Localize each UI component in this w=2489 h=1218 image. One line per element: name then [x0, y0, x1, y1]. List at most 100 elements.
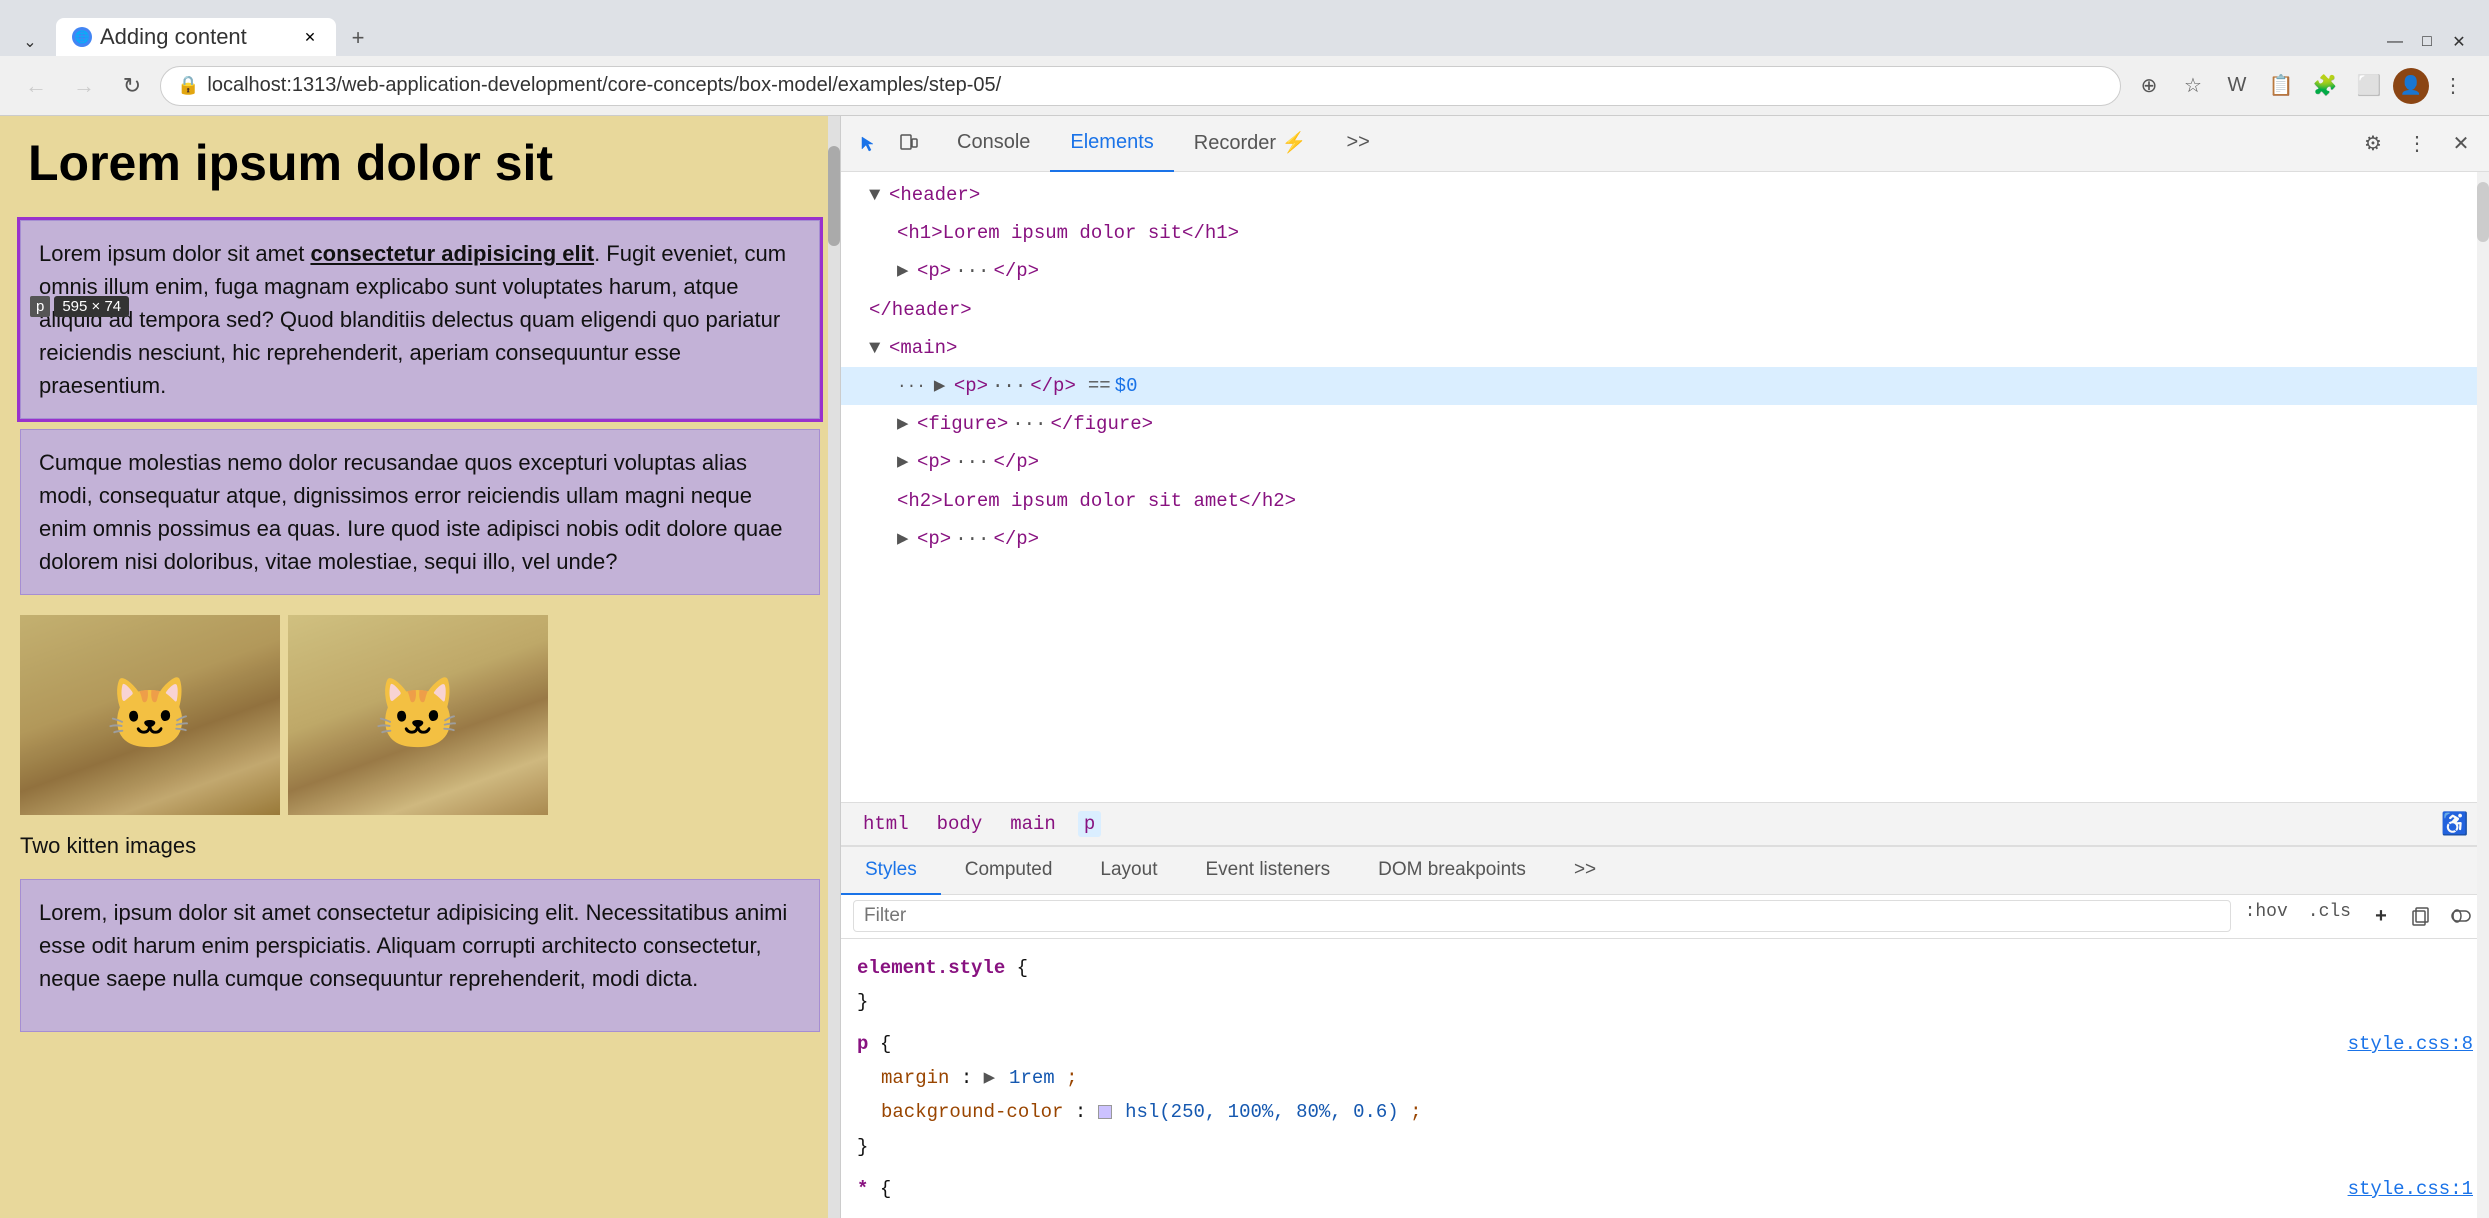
element-style-rule: element.style { }: [841, 947, 2489, 1023]
wildcard-style-rule: * { style.css:1: [841, 1168, 2489, 1210]
forward-button[interactable]: →: [64, 66, 104, 106]
third-paragraph: Lorem, ipsum dolor sit amet consectetur …: [20, 879, 820, 1032]
dom-p-final[interactable]: <p> ··· </p>: [841, 520, 2489, 558]
expand-header-triangle[interactable]: [869, 178, 885, 212]
expand-p-triangle[interactable]: [897, 254, 913, 288]
expand-p-main-triangle[interactable]: [934, 369, 950, 403]
event-listeners-tab[interactable]: Event listeners: [1181, 847, 1354, 895]
readinglist-icon-button[interactable]: 📋: [2261, 66, 2301, 106]
maximize-button[interactable]: □: [2413, 28, 2441, 56]
breadcrumb-html[interactable]: html: [857, 811, 915, 837]
profile-avatar[interactable]: 👤: [2393, 68, 2429, 104]
settings-gear-button[interactable]: ⚙: [2353, 124, 2393, 164]
color-swatch[interactable]: [1098, 1105, 1112, 1119]
styles-scrollbar-track[interactable]: [2477, 731, 2489, 1218]
inspect-element-button[interactable]: [849, 124, 889, 164]
accessibility-button[interactable]: ♿: [2437, 806, 2473, 842]
background-color-property: background-color : hsl(250, 100%, 80%, 0…: [857, 1095, 2473, 1129]
sidebar-icon-button[interactable]: ⬜: [2349, 66, 2389, 106]
margin-property: margin : ▶ 1rem ;: [857, 1061, 2473, 1095]
devtools-right-tools: ⚙ ⋮ ✕: [2353, 124, 2481, 164]
layout-tab[interactable]: Layout: [1076, 847, 1181, 895]
dom-figure[interactable]: <figure> ··· </figure>: [841, 405, 2489, 443]
figure-caption: Two kitten images: [0, 825, 840, 869]
filter-tags: :hov .cls +: [2239, 900, 2477, 932]
chevron-button[interactable]: ⌄: [16, 28, 44, 56]
dom-scrollbar-thumb[interactable]: [2477, 182, 2489, 242]
computed-tab[interactable]: Computed: [941, 847, 1077, 895]
extensions-icon-button[interactable]: 🧩: [2305, 66, 2345, 106]
dom-tree-scroll[interactable]: <header> <h1>Lorem ipsum dolor sit</h1> …: [841, 172, 2489, 802]
styles-section: Styles Computed Layout Event listeners D…: [841, 846, 2489, 1218]
expand-p2-triangle[interactable]: [897, 445, 913, 479]
dom-p-after-figure[interactable]: <p> ··· </p>: [841, 443, 2489, 481]
close-devtools-button[interactable]: ✕: [2441, 124, 2481, 164]
styles-filter-bar: :hov .cls +: [841, 895, 2489, 939]
scrollbar-track[interactable]: [828, 116, 840, 1218]
dom-breakpoints-tab[interactable]: DOM breakpoints: [1354, 847, 1550, 895]
expand-main-triangle[interactable]: [869, 331, 885, 365]
property-name-bg: background-color: [881, 1101, 1063, 1123]
dom-h1[interactable]: <h1>Lorem ipsum dolor sit</h1>: [841, 214, 2489, 252]
copy-icon: [2411, 906, 2431, 926]
kitten-image-1: 🐱: [20, 615, 280, 815]
new-tab-button[interactable]: +: [340, 20, 376, 56]
elements-tab[interactable]: Elements: [1050, 116, 1173, 172]
address-bar[interactable]: 🔒 localhost:1313/web-application-develop…: [160, 66, 2121, 106]
styles-filter-input[interactable]: [853, 900, 2231, 932]
bg-color-value: hsl(250, 100%, 80%, 0.6): [1125, 1101, 1399, 1123]
copy-style-button[interactable]: [2405, 900, 2437, 932]
refresh-button[interactable]: ↻: [112, 66, 152, 106]
expand-p3-triangle[interactable]: [897, 522, 913, 556]
margin-value: 1rem: [1009, 1067, 1055, 1089]
walletw-icon-button[interactable]: W: [2217, 66, 2257, 106]
share-icon-button[interactable]: ⊕: [2129, 66, 2169, 106]
styles-tab-bar: Styles Computed Layout Event listeners D…: [841, 847, 2489, 895]
style-toggle-button[interactable]: [2445, 900, 2477, 932]
breadcrumb-main[interactable]: main: [1004, 811, 1062, 837]
more-tabs-button[interactable]: >>: [1326, 116, 1389, 172]
element-label: p: [30, 296, 50, 317]
figure-container: 🐱 🐱: [0, 605, 840, 825]
dom-main-open[interactable]: <main>: [841, 329, 2489, 367]
devtools-more-button[interactable]: ⋮: [2397, 124, 2437, 164]
minimize-button[interactable]: —: [2381, 28, 2409, 56]
cls-filter[interactable]: .cls: [2302, 900, 2357, 932]
wildcard-source-link[interactable]: style.css:1: [2348, 1172, 2473, 1206]
dom-p-header[interactable]: <p> ··· </p>: [841, 252, 2489, 290]
back-button[interactable]: ←: [16, 66, 56, 106]
dom-p-selected[interactable]: ··· <p> ··· </p> == $0: [841, 367, 2489, 405]
console-tab[interactable]: Console: [937, 116, 1050, 172]
breadcrumb-p[interactable]: p: [1078, 811, 1101, 837]
style-source-link[interactable]: style.css:8: [2348, 1027, 2473, 1061]
device-mode-button[interactable]: [889, 124, 929, 164]
scrollbar-thumb[interactable]: [828, 146, 840, 246]
styles-tab[interactable]: Styles: [841, 847, 941, 895]
recorder-tab[interactable]: Recorder ⚡: [1174, 116, 1327, 172]
kitten-image-2: 🐱: [288, 615, 548, 815]
para3-text: Lorem, ipsum dolor sit amet consectetur …: [39, 900, 787, 991]
breadcrumb-bar: html body main p ♿: [841, 802, 2489, 846]
margin-expand[interactable]: ▶: [984, 1061, 998, 1095]
more-styles-tabs[interactable]: >>: [1550, 847, 1620, 895]
tab-favicon-icon: 🌐: [72, 27, 92, 47]
bookmark-icon-button[interactable]: ☆: [2173, 66, 2213, 106]
add-style-button[interactable]: +: [2365, 900, 2397, 932]
close-window-button[interactable]: ✕: [2445, 28, 2473, 56]
tab-close-button[interactable]: ✕: [300, 27, 320, 47]
webpage-wrapper: Lorem ipsum dolor sit Lorem ipsum dolor …: [0, 116, 840, 1218]
url-text: localhost:1313/web-application-developme…: [207, 74, 2104, 97]
expand-figure-triangle[interactable]: [897, 407, 913, 441]
dom-header-open[interactable]: <header>: [841, 176, 2489, 214]
devtools-panel: Console Elements Recorder ⚡ >> ⚙ ⋮ ✕: [840, 116, 2489, 1218]
dom-h2[interactable]: <h2>Lorem ipsum dolor sit amet</h2>: [841, 482, 2489, 520]
first-paragraph: Lorem ipsum dolor sit amet consectetur a…: [20, 220, 820, 419]
breadcrumb-body[interactable]: body: [931, 811, 989, 837]
page-heading: Lorem ipsum dolor sit: [0, 116, 840, 210]
toolbar-icons: ⊕ ☆ W 📋 🧩 ⬜ 👤 ⋮: [2129, 66, 2473, 106]
browser-tab[interactable]: 🌐 Adding content ✕: [56, 18, 336, 56]
hov-filter[interactable]: :hov: [2239, 900, 2294, 932]
dom-header-close: </header>: [841, 291, 2489, 329]
para1-text-before: Lorem ipsum dolor sit amet: [39, 241, 310, 266]
more-options-button[interactable]: ⋮: [2433, 66, 2473, 106]
